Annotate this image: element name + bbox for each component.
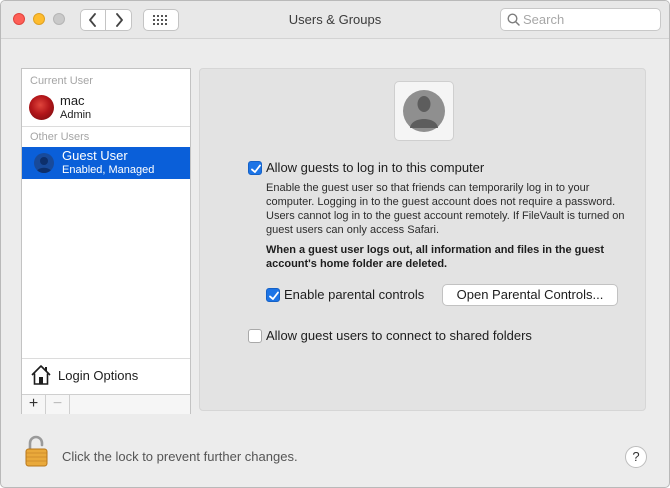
lock-status-text: Click the lock to prevent further change…	[62, 449, 298, 464]
remove-user-button[interactable]: −	[46, 395, 70, 414]
user-name: mac	[60, 93, 85, 108]
avatar	[29, 95, 54, 120]
add-user-button[interactable]: +	[22, 395, 46, 414]
allow-guests-label[interactable]: Allow guests to log in to this computer	[266, 160, 484, 175]
login-options-item[interactable]: Login Options	[22, 359, 190, 393]
person-avatar-icon	[34, 153, 54, 173]
title-bar: Users & Groups	[1, 1, 669, 39]
person-silhouette-icon	[403, 90, 445, 132]
search-field[interactable]	[500, 8, 661, 31]
allow-guests-checkbox[interactable]	[248, 161, 262, 175]
search-input[interactable]	[523, 11, 655, 28]
parental-controls-label[interactable]: Enable parental controls	[284, 287, 424, 302]
current-user-header: Current User	[30, 75, 93, 87]
login-options-label: Login Options	[58, 368, 139, 383]
user-status: Enabled, Managed	[62, 164, 155, 176]
shared-folders-checkbox[interactable]	[248, 329, 262, 343]
user-row-guest[interactable]: Guest User Enabled, Managed	[22, 147, 190, 179]
user-role: Admin	[60, 109, 92, 121]
checkmark-icon	[269, 291, 279, 300]
search-icon	[507, 13, 520, 26]
guest-user-detail-pane: Allow guests to log in to this computer …	[199, 68, 646, 411]
checkmark-icon	[251, 164, 261, 173]
guest-avatar-image[interactable]	[394, 81, 454, 141]
shared-folders-label[interactable]: Allow guest users to connect to shared f…	[266, 328, 532, 343]
user-name: Guest User	[62, 148, 128, 163]
list-controls: + −	[22, 394, 190, 414]
other-users-header: Other Users	[30, 131, 90, 143]
open-parental-controls-button[interactable]: Open Parental Controls...	[442, 284, 618, 306]
parental-controls-checkbox[interactable]	[266, 288, 280, 302]
users-groups-window: Users & Groups Current User mac Admin Ot…	[0, 0, 670, 488]
lock-icon[interactable]	[25, 435, 49, 470]
user-row-mac[interactable]: mac Admin	[22, 92, 190, 124]
house-icon	[31, 365, 51, 385]
guest-description: Enable the guest user so that friends ca…	[266, 182, 625, 236]
help-button[interactable]: ?	[625, 446, 647, 468]
divider	[22, 126, 190, 127]
guest-warning: When a guest user logs out, all informat…	[266, 244, 604, 270]
users-list: Current User mac Admin Other Users Guest…	[21, 68, 191, 414]
